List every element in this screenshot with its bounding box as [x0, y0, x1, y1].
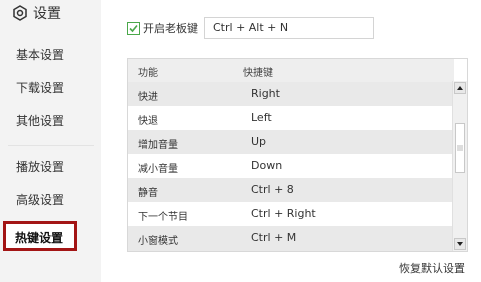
table-row[interactable]: 快退 Left [128, 106, 454, 130]
function-cell: 快进 [138, 92, 158, 103]
arrow-up-icon [457, 86, 463, 90]
table-row[interactable]: 小窗模式 Ctrl + M [128, 226, 454, 251]
sidebar-item-playback[interactable]: 播放设置 [16, 158, 64, 176]
sidebar: 设置 基本设置 下载设置 其他设置 播放设置 高级设置 热键设置 [0, 0, 101, 282]
arrow-down-icon [457, 242, 463, 246]
boss-key-checkbox[interactable] [127, 21, 140, 35]
column-header-shortcut: 快捷键 [243, 68, 273, 79]
hotkey-settings-panel: 开启老板键 Ctrl + Alt + N 功能 快捷键 快进 Right 快退 … [101, 0, 481, 282]
gear-icon [12, 5, 28, 21]
sidebar-item-basic[interactable]: 基本设置 [16, 46, 64, 64]
scroll-thumb[interactable] [455, 123, 465, 173]
sidebar-item-advanced[interactable]: 高级设置 [16, 191, 64, 209]
shortcut-cell[interactable]: Left [251, 111, 272, 124]
restore-defaults-button[interactable]: 恢复默认设置 [399, 260, 465, 276]
scroll-up-button[interactable] [454, 82, 466, 94]
function-cell: 减小音量 [138, 164, 178, 175]
sidebar-item-download[interactable]: 下载设置 [16, 79, 64, 97]
table-row[interactable]: 静音 Ctrl + 8 [128, 178, 454, 202]
settings-title-text: 设置 [33, 6, 61, 22]
scroll-down-button[interactable] [454, 238, 466, 250]
function-cell: 小窗模式 [138, 236, 178, 247]
boss-key-label[interactable]: 开启老板键 [143, 20, 198, 36]
boss-key-input[interactable]: Ctrl + Alt + N [204, 17, 374, 39]
table-row[interactable]: 减小音量 Down [128, 154, 454, 178]
shortcut-cell[interactable]: Ctrl + M [251, 231, 296, 244]
sidebar-item-hotkeys[interactable]: 热键设置 [3, 221, 77, 251]
shortcut-cell[interactable]: Right [251, 87, 280, 100]
shortcut-cell[interactable]: Ctrl + 8 [251, 183, 294, 196]
table-header: 功能 快捷键 [128, 59, 454, 82]
shortcut-cell[interactable]: Down [251, 159, 282, 172]
checkmark-icon [129, 24, 138, 32]
function-cell: 下一个节目 [138, 212, 188, 223]
function-cell: 增加音量 [138, 140, 178, 151]
function-cell: 快退 [138, 116, 158, 127]
settings-title: 设置 [12, 2, 61, 24]
shortcut-cell[interactable]: Ctrl + Right [251, 207, 316, 220]
boss-key-row: 开启老板键 Ctrl + Alt + N [127, 16, 374, 40]
hotkey-table: 功能 快捷键 快进 Right 快退 Left 增加音量 Up 减小音量 Dow… [127, 58, 468, 252]
shortcut-cell[interactable]: Up [251, 135, 266, 148]
sidebar-item-other[interactable]: 其他设置 [16, 112, 64, 130]
column-header-function: 功能 [138, 68, 158, 79]
sidebar-divider [8, 145, 94, 146]
grip-icon [457, 145, 463, 151]
table-row[interactable]: 增加音量 Up [128, 130, 454, 154]
table-scrollbar[interactable] [452, 81, 467, 251]
function-cell: 静音 [138, 188, 158, 199]
table-row[interactable]: 下一个节目 Ctrl + Right [128, 202, 454, 226]
table-row[interactable]: 快进 Right [128, 82, 454, 106]
